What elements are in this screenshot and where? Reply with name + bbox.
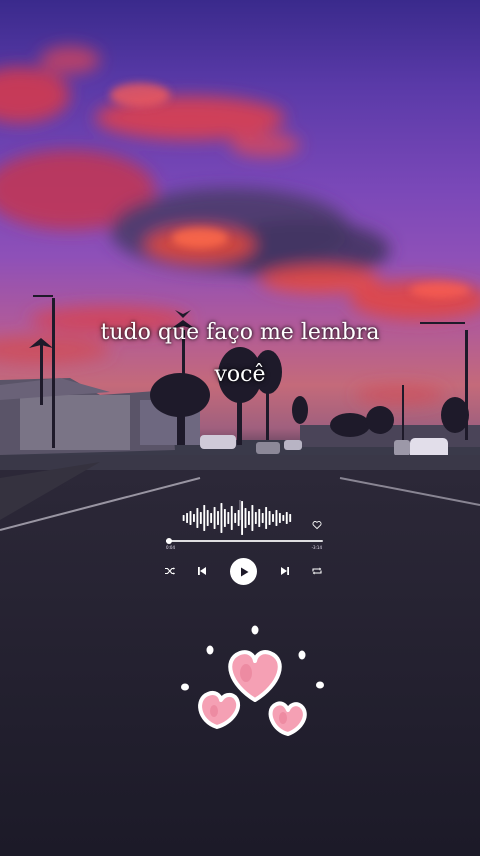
waveform-bar (210, 513, 213, 523)
waveform-bar (213, 507, 216, 529)
music-player-widget: 0:04 -3:14 (158, 500, 328, 595)
waveform-bar (272, 514, 274, 522)
waveform-bar (254, 512, 257, 524)
waveform-bar (278, 513, 281, 523)
skip-next-icon[interactable] (279, 565, 291, 577)
waveform-bar (237, 510, 240, 526)
waveform-bar (186, 513, 189, 523)
waveform-bar (206, 510, 209, 526)
waveform-bar (199, 512, 202, 524)
waveform-bar (248, 511, 250, 525)
waveform-bar (230, 506, 233, 530)
play-icon (240, 567, 248, 576)
waveform-bar (261, 513, 264, 523)
skip-previous-icon[interactable] (196, 565, 208, 577)
waveform-bar (227, 512, 230, 524)
shuffle-icon[interactable] (164, 565, 176, 577)
waveform-bar (220, 503, 223, 533)
waveform-bar (193, 514, 195, 522)
progress-knob[interactable] (166, 538, 173, 544)
waveform-bar (268, 511, 271, 525)
waveform-icon (182, 501, 292, 535)
waveform-bar (244, 508, 247, 528)
waveform-bar (258, 509, 261, 527)
heart-outline-icon[interactable] (312, 520, 322, 530)
waveform-bar (203, 505, 206, 531)
waveform-bar (275, 510, 278, 526)
waveform-bar (182, 515, 185, 521)
elapsed-time: 0:04 (166, 545, 175, 550)
video-frame: tudo que faço me lembra você 0:04 -3:14 (0, 0, 480, 856)
play-button[interactable] (230, 558, 257, 585)
waveform-bar (251, 505, 254, 531)
lyric-line-1: tudo que faço me lembra (100, 320, 380, 345)
waveform-bar (196, 508, 199, 528)
waveform-bar (223, 509, 226, 527)
waveform-bar (282, 515, 285, 521)
waveform-bar (285, 512, 288, 524)
hearts-sticker-icon (181, 625, 324, 736)
waveform-bar (217, 511, 219, 525)
progress-bar[interactable] (166, 538, 323, 544)
waveform-bar (234, 513, 237, 523)
waveform-bar (241, 501, 244, 535)
repeat-icon[interactable] (311, 565, 323, 577)
waveform-bar (189, 511, 192, 525)
waveform-bar (289, 514, 292, 522)
remaining-time: -3:14 (311, 545, 322, 550)
waveform-bar (265, 507, 268, 529)
lyric-line-2: você (214, 362, 266, 387)
